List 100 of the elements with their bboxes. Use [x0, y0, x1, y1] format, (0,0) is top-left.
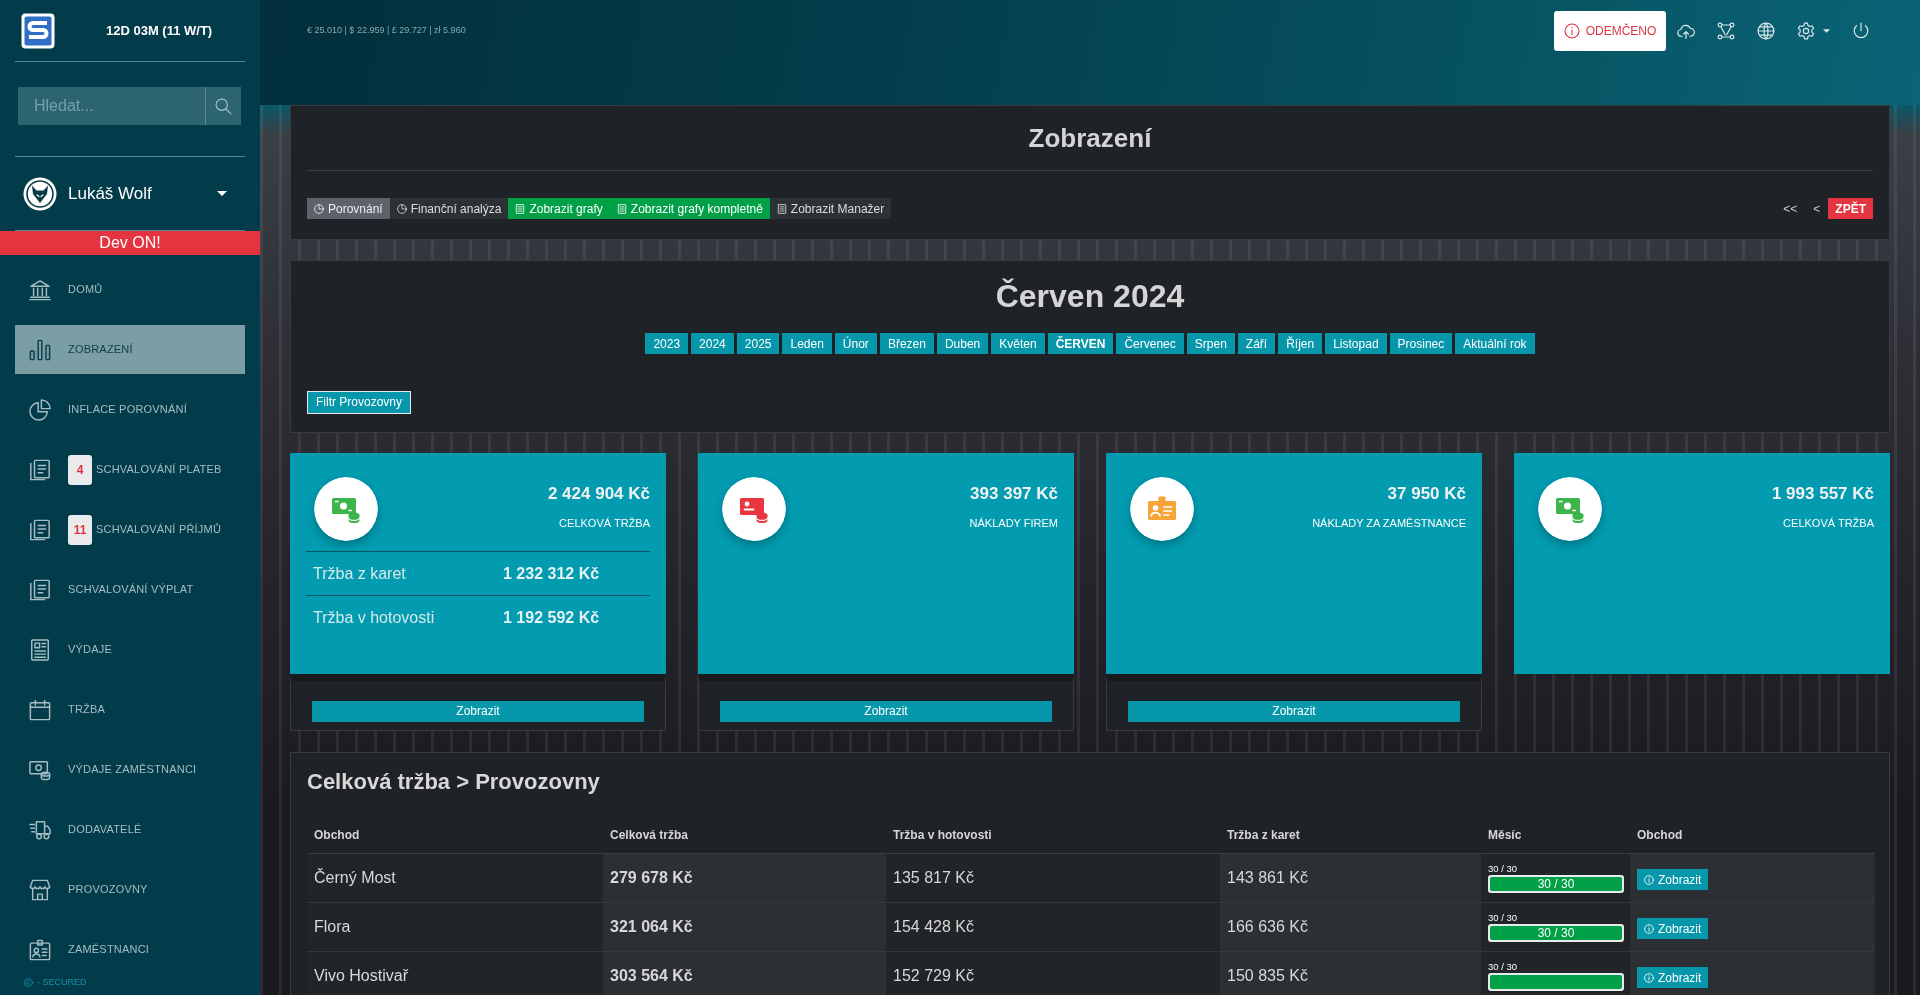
view-button[interactable]: Zobrazit [1637, 967, 1709, 988]
settings-icon [1797, 22, 1815, 40]
money-icon [314, 477, 378, 541]
view-button[interactable]: Zobrazit [1637, 869, 1709, 890]
table-title: Celková tržba > Provozovny [307, 769, 601, 795]
progress-caption: 30 / 30 [1488, 911, 1519, 923]
toolbar-button[interactable]: Zobrazit grafy [508, 198, 610, 219]
column-header: Tržba z karet [1220, 817, 1481, 853]
period-tab[interactable]: Květen [991, 333, 1045, 354]
row-value: 1 232 312 Kč [503, 563, 601, 584]
power-icon [1852, 22, 1870, 40]
uptime-label: 12D 03M (11 W/T) [106, 21, 213, 40]
newspaper-icon [29, 638, 51, 661]
nav-item[interactable]: ZAMĚSTNANCI [15, 925, 245, 974]
toolbar-button[interactable]: Finanční analýza [389, 198, 509, 219]
amount-label: CELKOVÁ TRŽBA [558, 518, 650, 529]
amount-value: 393 397 Kč [969, 484, 1058, 504]
column-header: Celková tržba [603, 817, 886, 853]
pager-link[interactable]: < [1805, 198, 1829, 219]
table-cell: 143 861 Kč [1220, 853, 1481, 902]
fox-avatar-icon [23, 176, 57, 211]
period-tab[interactable]: 2024 [691, 333, 734, 354]
row-label: Tržba z karet [313, 563, 407, 584]
period-tab[interactable]: Únor [834, 333, 877, 354]
info-icon [1644, 972, 1654, 983]
bank-icon [29, 278, 51, 301]
filter-button[interactable]: Filtr Provozovny [307, 390, 412, 414]
nav-item[interactable]: VÝDAJE [15, 625, 245, 674]
network-icon [1717, 22, 1735, 40]
progress-fill: 30 / 30 [1490, 925, 1622, 940]
nav-item[interactable]: PROVOZOVNY [15, 865, 245, 914]
calendar-icon [29, 698, 51, 721]
search-button[interactable] [205, 87, 241, 125]
panel-title: Zobrazení [1027, 123, 1153, 154]
progress-caption: 30 / 30 [1488, 960, 1519, 972]
nav-item[interactable]: ZOBRAZENÍ [15, 325, 245, 374]
period-tab[interactable]: Listopad [1325, 333, 1387, 354]
bill-icon [722, 477, 786, 541]
nav-item[interactable]: DODAVATELÉ [15, 805, 245, 854]
period-tab[interactable]: Srpen [1186, 333, 1235, 354]
truck-icon [29, 818, 51, 841]
nav-item[interactable]: 4 SCHVALOVÁNÍ PLATEB [15, 445, 245, 494]
period-tab[interactable]: Prosinec [1389, 333, 1453, 354]
period-tab[interactable]: Červenec [1116, 333, 1184, 354]
period-tab[interactable]: Aktuální rok [1455, 333, 1535, 354]
search-input[interactable]: Hledat... [18, 87, 205, 125]
toolbar-button[interactable]: Porovnání [307, 198, 390, 219]
show-button[interactable]: Zobrazit [1128, 700, 1460, 722]
copyright-icon [24, 978, 33, 987]
progress-fill: 30 / 30 [1490, 876, 1622, 891]
column-header: Tržba v hotovosti [886, 817, 1220, 853]
secured-label: - SECURED [37, 977, 87, 988]
table-cell: 321 064 Kč [603, 902, 886, 951]
info-icon [1563, 23, 1580, 39]
document-icon [29, 518, 51, 541]
show-button[interactable]: Zobrazit [312, 700, 644, 722]
info-icon [1644, 874, 1654, 885]
toolbar-button[interactable]: Zobrazit grafy kompletně [609, 198, 770, 219]
bar-chart-icon [29, 338, 51, 361]
show-button[interactable]: Zobrazit [720, 700, 1052, 722]
column-header: Obchod [1630, 817, 1875, 853]
id-card-icon [1130, 477, 1194, 541]
dev-mode-banner: Dev ON! [0, 231, 260, 255]
row-value: 1 192 592 Kč [503, 607, 601, 628]
pie-chart-icon [314, 203, 324, 214]
app-logo [21, 12, 55, 49]
user-menu-button[interactable]: Lukáš Wolf [15, 176, 245, 211]
period-tab[interactable]: 2025 [736, 333, 780, 354]
nav-item[interactable]: DOMŮ [15, 265, 245, 314]
amount-value: 2 424 904 Kč [547, 484, 650, 504]
table-cell: 166 636 Kč [1220, 902, 1481, 951]
period-tab[interactable]: Září [1237, 333, 1276, 354]
period-tab[interactable]: Duben [936, 333, 989, 354]
id-badge-icon [29, 938, 51, 961]
count-badge: 4 [68, 454, 92, 485]
period-tab[interactable]: Říjen [1278, 333, 1323, 354]
back-button[interactable]: ZPĚT [1828, 198, 1873, 219]
pager-link[interactable]: << [1775, 198, 1806, 219]
nav-item[interactable]: INFLACE POROVNÁNÍ [15, 385, 245, 434]
caret-icon [1823, 29, 1830, 33]
column-header: Obchod [307, 817, 603, 853]
nav-item[interactable]: 11 SCHVALOVÁNÍ PŘÍJMŮ [15, 505, 245, 554]
store-icon [29, 878, 51, 901]
pie-chart-icon [29, 398, 51, 421]
view-button[interactable]: Zobrazit [1637, 918, 1709, 939]
globe-icon [1757, 22, 1775, 40]
cloud-upload-icon [1677, 22, 1695, 40]
period-tab[interactable]: 2023 [645, 333, 689, 354]
period-tab[interactable]: ČERVEN [1047, 333, 1114, 354]
toolbar-button[interactable]: Zobrazit Manažer [769, 198, 892, 219]
unlock-status-button[interactable]: ODEMČENO [1554, 11, 1666, 51]
nav-item[interactable]: SCHVALOVÁNÍ VÝPLAT [15, 565, 245, 614]
info-icon [1644, 923, 1654, 934]
amount-value: 1 993 557 Kč [1771, 484, 1874, 504]
period-tab[interactable]: Březen [879, 333, 934, 354]
table-cell: 279 678 Kč [603, 853, 886, 902]
amount-label: NÁKLADY ZA ZAMĚSTNANCE [1312, 518, 1466, 529]
nav-item[interactable]: VÝDAJE ZAMĚSTNANCI [15, 745, 245, 794]
period-tab[interactable]: Leden [782, 333, 832, 354]
nav-item[interactable]: TRŽBA [15, 685, 245, 734]
